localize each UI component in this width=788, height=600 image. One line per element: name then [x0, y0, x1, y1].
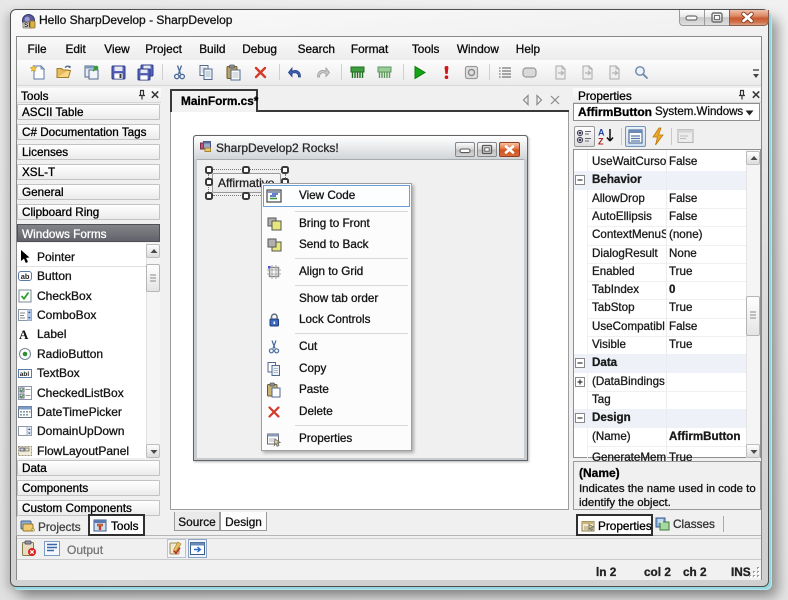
svg-text:ab: ab: [21, 272, 30, 281]
svg-text:Z: Z: [598, 137, 604, 147]
svg-text:abl: abl: [20, 371, 30, 378]
svg-text:A: A: [19, 327, 29, 341]
